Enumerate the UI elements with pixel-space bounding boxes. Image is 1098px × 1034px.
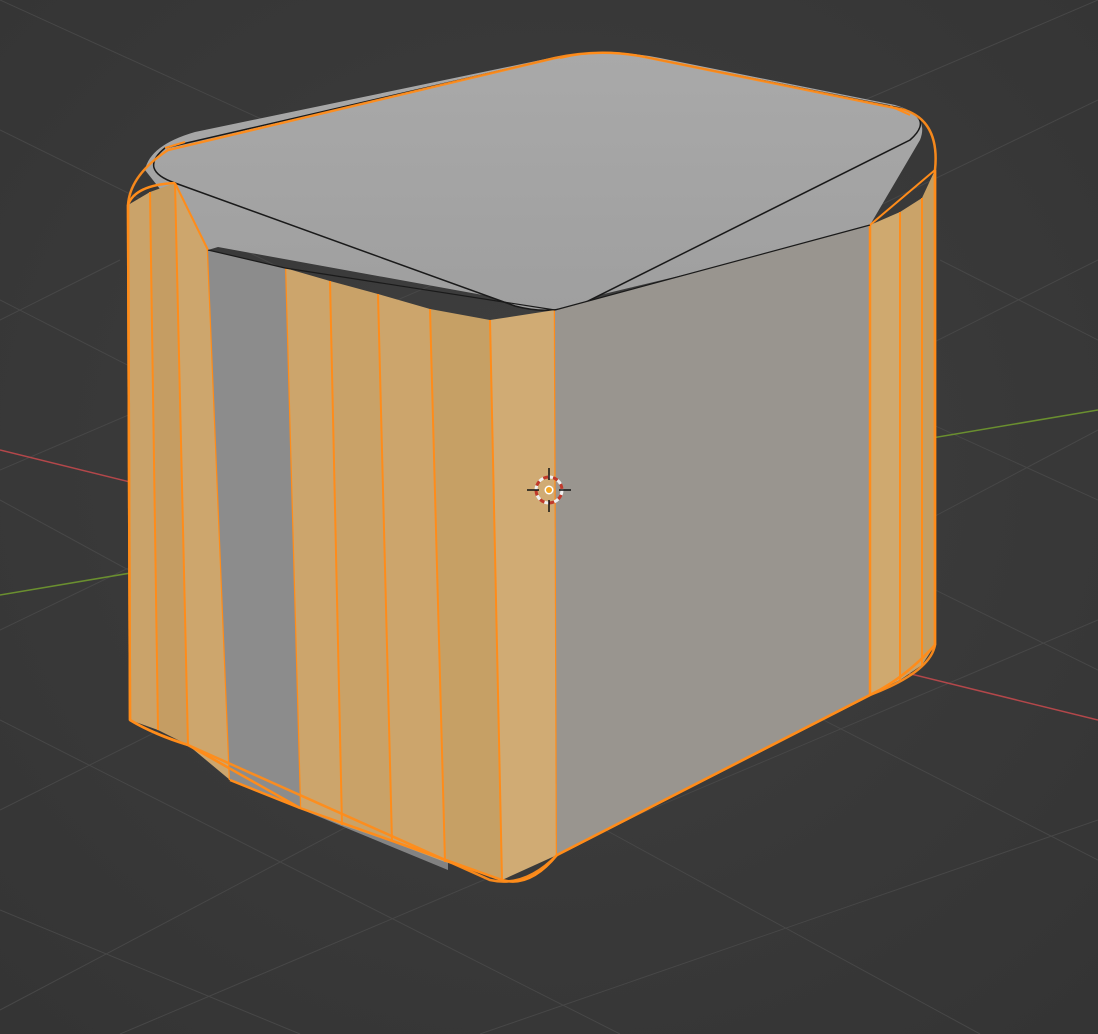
viewport-canvas — [0, 0, 1098, 1034]
bevel-corner-front[interactable] — [285, 268, 557, 880]
bevel-corner-far-right[interactable] — [870, 170, 935, 695]
viewport-3d[interactable] — [0, 0, 1098, 1034]
